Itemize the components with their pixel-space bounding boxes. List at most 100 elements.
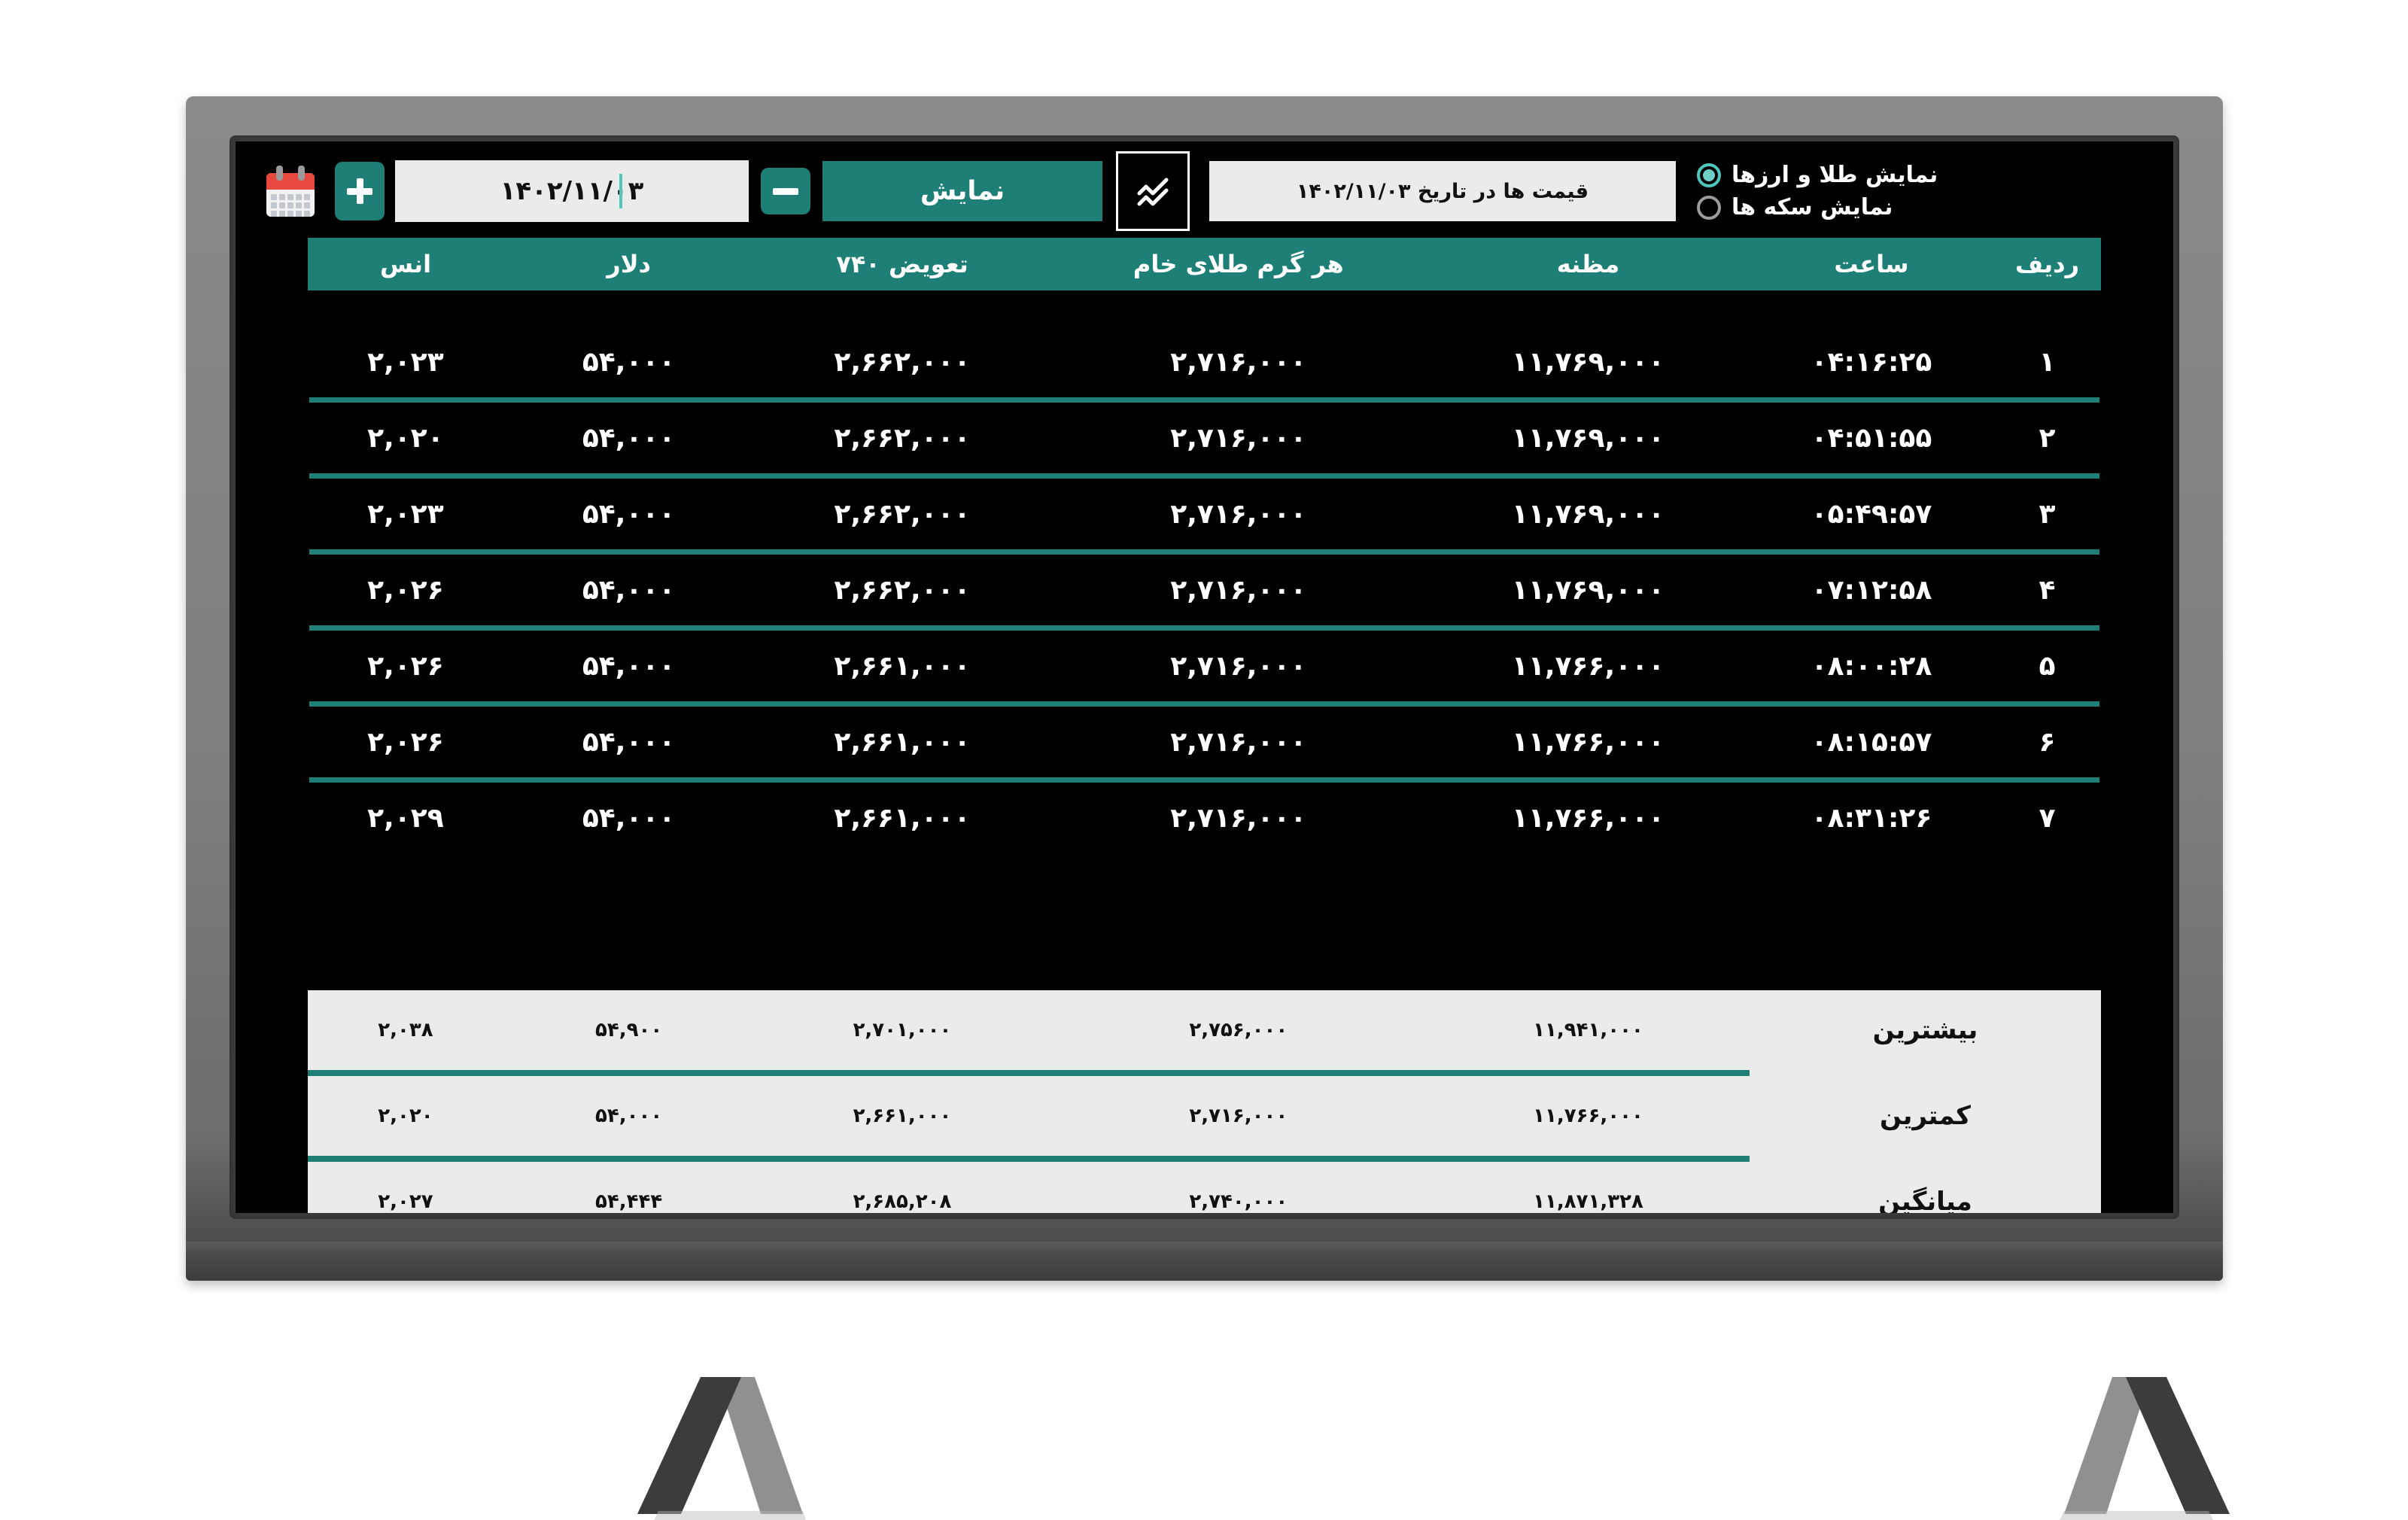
cell-time: ۰۵:۴۹:۵۷ xyxy=(1811,498,1932,530)
radio-label-gold-currency: نمایش طلا و ارزها xyxy=(1732,162,1938,188)
decrement-date-button[interactable] xyxy=(761,168,810,214)
summary-label: میانگین xyxy=(1878,1187,1972,1213)
cell-rank: ۱ xyxy=(2039,346,2056,378)
tv-chinstrap xyxy=(186,1242,2223,1281)
summary-cell-swap740: ۲,۷۰۱,۰۰۰ xyxy=(853,1019,952,1041)
table-row[interactable]: ۲ ۰۴:۵۱:۵۵ ۱۱,۷۶۹,۰۰۰ ۲,۷۱۶,۰۰۰ ۲,۶۶۲,۰۰۰ ۵۴,… xyxy=(308,403,2101,473)
summary-label: بیشترین xyxy=(1872,1015,1978,1045)
cell-time: ۰۸:۳۱:۲۶ xyxy=(1811,802,1932,834)
toolbar: ۱۴۰۲/۱۱/۰۳ نمایش قیمت ها در تاریخ ۱۴۰۲/۱… xyxy=(236,151,2173,231)
trend-lines-icon xyxy=(1137,178,1169,206)
table-row[interactable]: ۱ ۰۴:۱۶:۲۵ ۱۱,۷۶۹,۰۰۰ ۲,۷۱۶,۰۰۰ ۲,۶۶۲,۰۰۰ ۵۴,… xyxy=(308,327,2101,397)
summary-label: کمترین xyxy=(1879,1101,1971,1131)
table-row[interactable]: ۳ ۰۵:۴۹:۵۷ ۱۱,۷۶۹,۰۰۰ ۲,۷۱۶,۰۰۰ ۲,۶۶۲,۰۰۰ ۵۴,… xyxy=(308,479,2101,549)
tv-device: ۱۴۰۲/۱۱/۰۳ نمایش قیمت ها در تاریخ ۱۴۰۲/۱… xyxy=(186,96,2230,1520)
cell-dollar: ۵۴,۰۰۰ xyxy=(582,650,676,682)
table-row[interactable]: ۵ ۰۸:۰۰:۲۸ ۱۱,۷۶۶,۰۰۰ ۲,۷۱۶,۰۰۰ ۲,۶۶۱,۰۰۰ ۵۴,… xyxy=(308,631,2101,701)
table-row[interactable]: ۴ ۰۷:۱۲:۵۸ ۱۱,۷۶۹,۰۰۰ ۲,۷۱۶,۰۰۰ ۲,۶۶۲,۰۰۰ ۵۴,… xyxy=(308,555,2101,625)
row-separator xyxy=(309,701,2099,707)
cell-ons: ۲,۰۲۶ xyxy=(367,726,444,758)
summary-row: کمترین ۱۱,۷۶۶,۰۰۰ ۲,۷۱۶,۰۰۰ ۲,۶۶۱,۰۰۰ ۵۴,۰۰۰… xyxy=(308,1076,2101,1156)
cell-dollar: ۵۴,۰۰۰ xyxy=(582,574,676,606)
radio-label-coins: نمایش سکه ها xyxy=(1732,194,1893,220)
date-input[interactable]: ۱۴۰۲/۱۱/۰۳ xyxy=(395,160,749,222)
cell-time: ۰۴:۵۱:۵۵ xyxy=(1811,422,1932,454)
cell-ons: ۲,۰۲۹ xyxy=(367,802,444,834)
table-row[interactable]: ۶ ۰۸:۱۵:۵۷ ۱۱,۷۶۶,۰۰۰ ۲,۷۱۶,۰۰۰ ۲,۶۶۱,۰۰۰ ۵۴,… xyxy=(308,707,2101,777)
cell-gram: ۲,۷۱۶,۰۰۰ xyxy=(1170,650,1307,682)
cell-swap740: ۲,۶۶۱,۰۰۰ xyxy=(834,650,971,682)
cell-swap740: ۲,۶۶۱,۰۰۰ xyxy=(834,802,971,834)
calendar-button[interactable] xyxy=(258,159,323,223)
cell-rank: ۷ xyxy=(2039,802,2056,834)
summary-cell-mazaneh: ۱۱,۷۶۶,۰۰۰ xyxy=(1533,1105,1643,1127)
cell-gram: ۲,۷۱۶,۰۰۰ xyxy=(1170,574,1307,606)
minus-icon xyxy=(773,178,798,204)
cell-dollar: ۵۴,۰۰۰ xyxy=(582,802,676,834)
summary-row: میانگین ۱۱,۸۷۱,۳۲۸ ۲,۷۴۰,۰۰۰ ۲,۶۸۵,۲۰۸ ۵۴,۴۴… xyxy=(308,1162,2101,1213)
cell-dollar: ۵۴,۰۰۰ xyxy=(582,346,676,378)
table-header-row: ردیف ساعت مظنه هر گرم طلای خام تعویض ۷۴۰… xyxy=(308,238,2101,290)
cell-rank: ۵ xyxy=(2039,650,2056,682)
summary-cell-gram: ۲,۷۴۰,۰۰۰ xyxy=(1189,1190,1288,1213)
row-separator xyxy=(309,625,2099,631)
cell-dollar: ۵۴,۰۰۰ xyxy=(582,726,676,758)
tv-screen: ۱۴۰۲/۱۱/۰۳ نمایش قیمت ها در تاریخ ۱۴۰۲/۱… xyxy=(236,141,2173,1213)
increment-date-button[interactable] xyxy=(335,162,385,220)
summary-cell-ons: ۲,۰۲۰ xyxy=(378,1105,433,1127)
column-header-swap740: تعویض ۷۴۰ xyxy=(836,250,968,278)
cell-swap740: ۲,۶۶۲,۰۰۰ xyxy=(834,346,971,378)
cell-rank: ۴ xyxy=(2039,574,2056,606)
cell-gram: ۲,۷۱۶,۰۰۰ xyxy=(1170,498,1307,530)
cell-mazaneh: ۱۱,۷۶۹,۰۰۰ xyxy=(1511,574,1665,606)
header-body-gap xyxy=(308,290,2101,327)
display-mode-radio-group: نمایش طلا و ارزها نمایش سکه ها xyxy=(1697,162,1938,220)
cell-time: ۰۸:۱۵:۵۷ xyxy=(1811,726,1932,758)
cell-mazaneh: ۱۱,۷۶۹,۰۰۰ xyxy=(1511,498,1665,530)
title-box: قیمت ها در تاریخ ۱۴۰۲/۱۱/۰۳ xyxy=(1209,161,1676,221)
summary-separator xyxy=(308,1156,1750,1162)
radio-option-coins[interactable]: نمایش سکه ها xyxy=(1697,194,1893,220)
cell-ons: ۲,۰۲۳ xyxy=(367,346,444,378)
radio-selected-icon xyxy=(1697,163,1721,187)
summary-cell-swap740: ۲,۶۸۵,۲۰۸ xyxy=(853,1190,952,1213)
summary-cell-dollar: ۵۴,۰۰۰ xyxy=(594,1105,663,1127)
radio-unselected-icon xyxy=(1697,195,1721,220)
cell-ons: ۲,۰۲۳ xyxy=(367,498,444,530)
cell-gram: ۲,۷۱۶,۰۰۰ xyxy=(1170,346,1307,378)
column-header-dollar: دلار xyxy=(607,250,651,278)
column-header-time: ساعت xyxy=(1834,250,1909,278)
radio-option-gold-currency[interactable]: نمایش طلا و ارزها xyxy=(1697,162,1938,188)
cell-mazaneh: ۱۱,۷۶۶,۰۰۰ xyxy=(1511,726,1665,758)
summary-cell-gram: ۲,۷۵۶,۰۰۰ xyxy=(1189,1019,1288,1041)
cell-ons: ۲,۰۲۶ xyxy=(367,650,444,682)
table-body: ۱ ۰۴:۱۶:۲۵ ۱۱,۷۶۹,۰۰۰ ۲,۷۱۶,۰۰۰ ۲,۶۶۲,۰۰۰ ۵۴,… xyxy=(308,327,2101,853)
cell-swap740: ۲,۶۶۲,۰۰۰ xyxy=(834,574,971,606)
cell-dollar: ۵۴,۰۰۰ xyxy=(582,498,676,530)
column-header-mazaneh: مظنه xyxy=(1556,250,1620,278)
summary-panel: بیشترین ۱۱,۹۴۱,۰۰۰ ۲,۷۵۶,۰۰۰ ۲,۷۰۱,۰۰۰ ۵۴,۹۰… xyxy=(308,990,2101,1213)
cell-ons: ۲,۰۲۶ xyxy=(367,574,444,606)
summary-separator xyxy=(308,1070,1750,1076)
summary-cell-ons: ۲,۰۳۸ xyxy=(378,1019,433,1041)
cell-dollar: ۵۴,۰۰۰ xyxy=(582,422,676,454)
cell-mazaneh: ۱۱,۷۶۶,۰۰۰ xyxy=(1511,802,1665,834)
cell-mazaneh: ۱۱,۷۶۹,۰۰۰ xyxy=(1511,346,1665,378)
column-header-ons: انس xyxy=(379,250,432,278)
calendar-icon xyxy=(263,164,318,218)
row-separator xyxy=(309,397,2099,403)
cell-gram: ۲,۷۱۶,۰۰۰ xyxy=(1170,802,1307,834)
summary-cell-swap740: ۲,۶۶۱,۰۰۰ xyxy=(853,1105,952,1127)
table-row[interactable]: ۷ ۰۸:۳۱:۲۶ ۱۱,۷۶۶,۰۰۰ ۲,۷۱۶,۰۰۰ ۲,۶۶۱,۰۰۰ ۵۴,… xyxy=(308,783,2101,853)
cell-time: ۰۴:۱۶:۲۵ xyxy=(1811,346,1932,378)
cell-rank: ۳ xyxy=(2039,498,2056,530)
cell-rank: ۲ xyxy=(2039,422,2056,454)
show-button[interactable]: نمایش xyxy=(822,161,1102,221)
cell-mazaneh: ۱۱,۷۶۶,۰۰۰ xyxy=(1511,650,1665,682)
chart-toggle-button[interactable] xyxy=(1116,151,1190,231)
cell-ons: ۲,۰۲۰ xyxy=(367,422,444,454)
tv-leg-right xyxy=(2043,1377,2239,1520)
cell-mazaneh: ۱۱,۷۶۹,۰۰۰ xyxy=(1511,422,1665,454)
cell-swap740: ۲,۶۶۱,۰۰۰ xyxy=(834,726,971,758)
row-separator xyxy=(309,777,2099,783)
